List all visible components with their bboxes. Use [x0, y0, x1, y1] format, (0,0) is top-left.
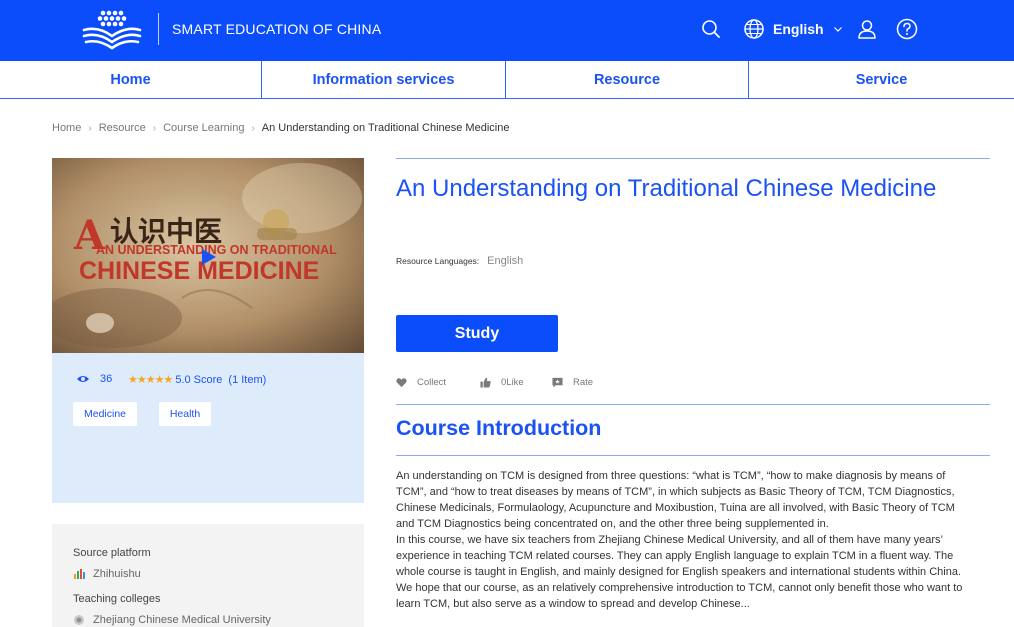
smart-education-logo[interactable] — [80, 8, 146, 52]
like-button[interactable]: 0Like — [480, 377, 552, 388]
collect-label: Collect — [417, 377, 447, 388]
nav-resource[interactable]: Resource — [506, 61, 749, 98]
course-title: An Understanding on Traditional Chinese … — [396, 175, 937, 202]
teaching-college-name: Zhejiang Chinese Medical University — [93, 614, 271, 626]
breadcrumb-course-learning[interactable]: Course Learning — [163, 122, 244, 134]
intro-paragraph: An understanding on TCM is designed from… — [396, 470, 955, 530]
rate-comment-icon — [552, 377, 563, 388]
star-rating-icon: ★★★★★ — [128, 374, 173, 386]
rate-label: Rate — [573, 377, 594, 388]
view-count: 36 — [76, 373, 112, 385]
breadcrumb-home[interactable]: Home — [52, 122, 81, 134]
breadcrumb: Home › Resource › Course Learning › An U… — [52, 122, 509, 134]
play-icon[interactable] — [196, 246, 220, 268]
course-actions: Collect 0Like Rate — [396, 377, 593, 388]
chevron-down-icon — [833, 27, 842, 32]
nav-information-services[interactable]: Information services — [262, 61, 506, 98]
like-label: 0Like — [501, 377, 524, 388]
tag-medicine[interactable]: Medicine — [73, 402, 137, 426]
tag-health[interactable]: Health — [159, 402, 211, 426]
nav-service[interactable]: Service — [749, 61, 1014, 98]
eye-icon — [77, 376, 89, 382]
breadcrumb-separator: › — [88, 122, 92, 134]
view-count-value: 36 — [100, 373, 113, 385]
zhihuishu-logo-icon — [74, 569, 85, 579]
source-platform-value[interactable]: Zhihuishu — [73, 568, 141, 580]
resource-languages-label: Resource Languages: — [396, 256, 480, 266]
resource-languages: Resource Languages: English — [396, 255, 523, 267]
course-stats-panel: 36 ★★★★★ 5.0 Score (1 Item) Medicine Hea… — [52, 353, 364, 503]
source-platform-name: Zhihuishu — [93, 568, 141, 580]
globe-icon — [744, 19, 764, 39]
breadcrumb-separator: › — [251, 122, 255, 134]
main-nav: Home Information services Resource Servi… — [0, 61, 1014, 99]
heart-icon — [396, 378, 407, 388]
divider — [396, 158, 990, 159]
study-button[interactable]: Study — [396, 315, 558, 352]
rate-button[interactable]: Rate — [552, 377, 593, 388]
divider — [396, 404, 990, 405]
university-logo-icon — [74, 615, 84, 625]
user-icon[interactable] — [856, 18, 878, 40]
rating-count: (1 Item) — [228, 373, 267, 386]
source-platform-label: Source platform — [73, 547, 151, 559]
divider — [396, 455, 990, 456]
top-bar: SMART EDUCATION OF CHINA English — [0, 0, 1014, 61]
teaching-colleges-value[interactable]: Zhejiang Chinese Medical University — [73, 614, 271, 626]
nav-home[interactable]: Home — [0, 61, 262, 98]
breadcrumb-separator: › — [152, 122, 157, 134]
search-icon[interactable] — [700, 18, 722, 40]
rating: ★★★★★ 5.0 Score (1 Item) — [128, 373, 267, 387]
resource-languages-value: English — [487, 255, 524, 267]
thumbs-up-icon — [480, 377, 491, 388]
collect-button[interactable]: Collect — [396, 377, 480, 388]
intro-paragraph: In this course, we have six teachers fro… — [396, 534, 963, 610]
course-introduction-heading: Course Introduction — [396, 416, 602, 440]
logo-divider — [158, 13, 159, 45]
course-introduction-text: An understanding on TCM is designed from… — [396, 468, 971, 612]
help-icon[interactable] — [896, 18, 918, 40]
breadcrumb-resource[interactable]: Resource — [99, 122, 146, 134]
language-selector[interactable]: English — [743, 17, 843, 41]
source-panel: Source platform Zhihuishu Teaching colle… — [52, 524, 364, 627]
teaching-colleges-label: Teaching colleges — [73, 593, 161, 605]
course-cover-video[interactable]: A 认识中医 AN UNDERSTANDING ON TRADITIONAL C… — [52, 158, 364, 353]
breadcrumb-current: An Understanding on Traditional Chinese … — [261, 122, 510, 134]
language-label: English — [773, 21, 824, 37]
rating-score: 5.0 Score — [175, 373, 223, 386]
site-title[interactable]: SMART EDUCATION OF CHINA — [172, 21, 381, 37]
